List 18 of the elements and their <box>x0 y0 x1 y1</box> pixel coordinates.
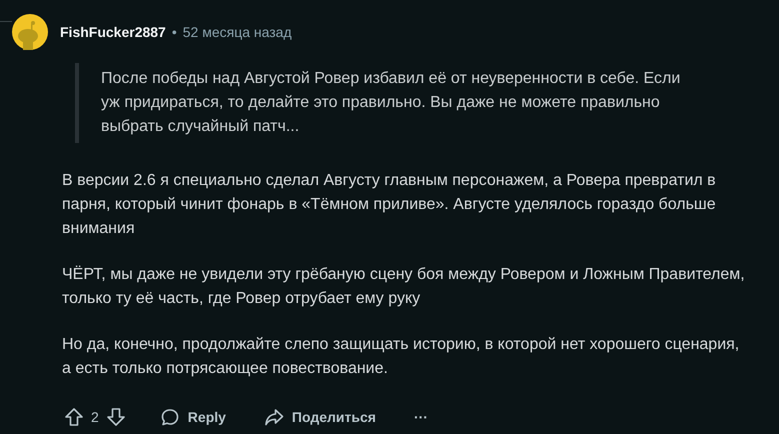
quote-block: После победы над Августой Ровер избавил её от неуверенности в себе. Если уж придираться, то делайте это правильно. Вы даже не можете правильно выбрать случайный патч... <box>75 63 701 143</box>
share-button[interactable]: Поделиться <box>254 401 386 433</box>
down-arrow-icon <box>106 407 126 427</box>
upvote-button[interactable] <box>64 407 84 427</box>
separator: • <box>172 24 177 40</box>
comment-paragraph: В версии 2.6 я специально сделал Августу главным персонажем, а Ровера превратил в парня, который чинит фонарь в «Тёмном приливе». Августе уделялось гораздо больше внимания <box>62 171 717 239</box>
speech-bubble-icon <box>160 407 180 427</box>
comment-paragraph: Но да, конечно, продолжайте слепо защищать историю, в которой нет хорошего сценария, а есть только потрясающее повествование. <box>62 335 740 379</box>
up-arrow-icon <box>64 407 84 427</box>
share-arrow-icon <box>264 407 284 427</box>
reply-button[interactable]: Reply <box>150 401 236 433</box>
timestamp: 52 месяца назад <box>182 24 292 40</box>
username[interactable]: FishFucker2887 <box>60 24 166 40</box>
comment-paragraph: ЧЁРТ, мы даже не увидели эту грёбаную сцену боя между Ровером и Ложным Правителем, только ту её часть, где Ровер отрубает ему руку <box>62 264 746 309</box>
vote-count: 2 <box>91 409 99 425</box>
more-button[interactable]: ··· <box>406 405 436 429</box>
avatar-icon <box>12 14 48 50</box>
downvote-button[interactable] <box>106 407 126 427</box>
